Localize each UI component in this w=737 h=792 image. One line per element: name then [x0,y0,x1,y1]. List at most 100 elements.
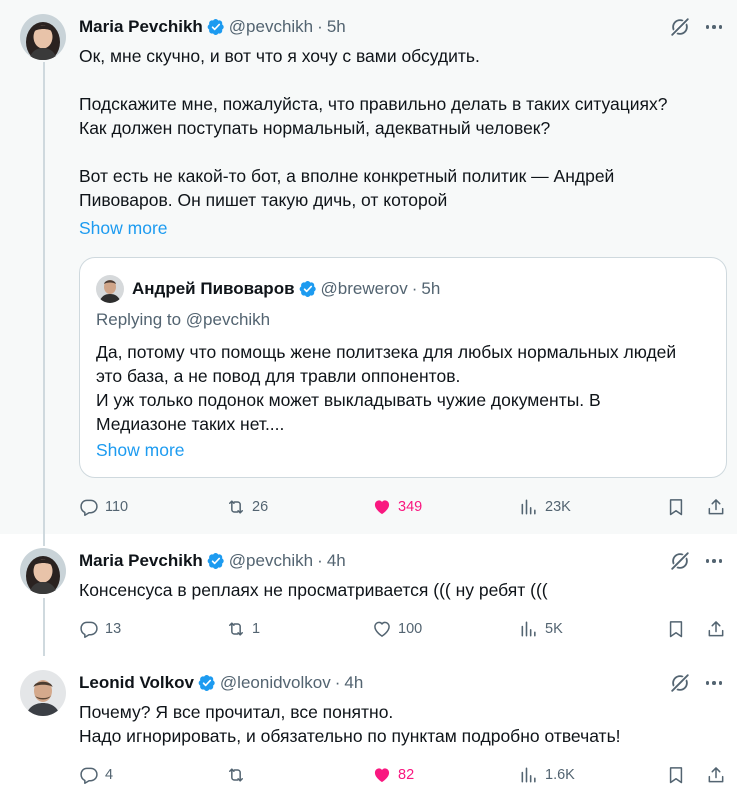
repost-icon [226,497,246,517]
share-button[interactable] [706,495,726,519]
timestamp[interactable]: 4h [327,551,346,571]
tweet-header: Leonid Volkov @leonidvolkov · 4h [79,672,363,694]
repost-count: 26 [252,499,269,515]
bookmark-button[interactable] [666,763,686,787]
more-icon[interactable] [703,672,725,694]
bookmark-button[interactable] [666,617,686,641]
author-handle[interactable]: @pevchikh [229,551,313,571]
like-button[interactable]: 82 [372,763,414,787]
quote-show-more-link[interactable]: Show more [96,440,185,461]
reply-icon [79,497,99,517]
author-name[interactable]: Maria Pevchikh [79,17,203,37]
like-count: 100 [398,621,423,637]
author-name[interactable]: Leonid Volkov [79,673,194,693]
avatar[interactable] [20,14,66,60]
tweet-text: Консенсуса в реплаях не просматривается … [79,578,719,602]
tweet-header: Maria Pevchikh @pevchikh · 4h [79,550,346,572]
avatar[interactable] [20,548,66,594]
reply-icon [79,619,99,639]
quote-text: Да, потому что помощь жене политзека для… [96,340,716,436]
bookmark-icon [666,619,686,639]
author-name[interactable]: Maria Pevchikh [79,551,203,571]
grok-icon[interactable] [669,16,691,38]
like-button[interactable]: 349 [372,495,422,519]
separator-dot: · [317,17,323,36]
reply-count: 110 [105,499,129,515]
quote-timestamp[interactable]: 5h [421,279,440,299]
more-icon[interactable] [703,16,725,38]
share-button[interactable] [706,763,726,787]
tweet-line: Надо игнорировать, и обязательно по пунк… [79,726,621,746]
views-count: 23K [545,499,571,515]
reply-button[interactable]: 4 [79,763,113,787]
repost-button[interactable] [226,763,252,787]
tweet-text: Почему? Я все прочитал, все понятно. Над… [79,700,719,748]
tweet-text: Ок, мне скучно, и вот что я хочу с вами … [79,44,719,240]
tweet-1[interactable]: Maria Pevchikh @pevchikh · 5h Ок, мне ск… [0,0,737,534]
author-handle[interactable]: @leonidvolkov [220,673,331,693]
views-count: 1.6K [545,767,575,783]
bookmark-icon [666,765,686,785]
repost-count: 1 [252,621,261,637]
separator-dot: · [317,551,323,570]
tweet-2[interactable]: Maria Pevchikh @pevchikh · 4h Консенсуса… [0,534,737,656]
quote-author-handle[interactable]: @brewerov [321,279,408,299]
verified-badge-icon [207,18,225,36]
quoted-tweet[interactable]: Андрей Пивоваров @brewerov · 5h Replying… [79,257,727,478]
quote-avatar[interactable] [96,275,124,303]
views-icon [519,497,539,517]
like-count: 349 [398,499,423,515]
views-button[interactable]: 23K [519,495,571,519]
like-count: 82 [398,767,415,783]
quote-line: это база, а не повод для травли оппонент… [96,366,461,386]
share-icon [706,619,726,639]
tweet-line: Подскажите мне, пожалуйста, что правильн… [79,94,668,114]
avatar[interactable] [20,670,66,716]
replying-to[interactable]: Replying to @pevchikh [96,310,270,330]
verified-badge-icon [207,552,225,570]
repost-icon [226,765,246,785]
reply-button[interactable]: 13 [79,617,121,641]
grok-icon[interactable] [669,672,691,694]
tweet-line: Пивоваров. Он пишет такую дичь, от котор… [79,190,448,210]
timestamp[interactable]: 4h [344,673,363,693]
reply-count: 4 [105,767,114,783]
tweet-line: Вот есть не какой-то бот, а вполне конкр… [79,166,615,186]
views-count: 5K [545,621,563,637]
quote-line: Медиазоне таких нет.... [96,414,285,434]
author-handle[interactable]: @pevchikh [229,17,313,37]
tweet-line: Почему? Я все прочитал, все понятно. [79,702,394,722]
repost-button[interactable]: 1 [226,617,260,641]
bookmark-icon [666,497,686,517]
like-icon [372,619,392,639]
separator-dot: · [411,279,418,298]
timestamp[interactable]: 5h [327,17,346,37]
like-icon [372,497,392,517]
more-icon[interactable] [703,550,725,572]
like-button[interactable]: 100 [372,617,422,641]
views-button[interactable]: 1.6K [519,763,575,787]
separator-dot: · [334,673,341,692]
quote-author-name[interactable]: Андрей Пивоваров [132,279,295,299]
like-icon [372,765,392,785]
tweet-line: Консенсуса в реплаях не просматривается … [79,580,548,600]
quote-header: Андрей Пивоваров @brewerov · 5h [96,275,440,303]
tweet-3[interactable]: Leonid Volkov @leonidvolkov · 4h Почему?… [0,656,737,792]
views-icon [519,765,539,785]
verified-badge-icon [198,674,216,692]
share-button[interactable] [706,617,726,641]
grok-icon[interactable] [669,550,691,572]
thread-line [43,62,45,534]
bookmark-button[interactable] [666,495,686,519]
views-button[interactable]: 5K [519,617,563,641]
action-bar: 4 82 1.6K [79,763,729,787]
thread-line [43,534,45,546]
quote-line: Да, потому что помощь жене политзека для… [96,342,677,362]
show-more-link[interactable]: Show more [79,216,719,240]
thread-line [43,598,45,656]
reply-button[interactable]: 110 [79,495,128,519]
share-icon [706,497,726,517]
tweet-header: Maria Pevchikh @pevchikh · 5h [79,16,346,38]
reply-count: 13 [105,621,122,637]
repost-button[interactable]: 26 [226,495,268,519]
